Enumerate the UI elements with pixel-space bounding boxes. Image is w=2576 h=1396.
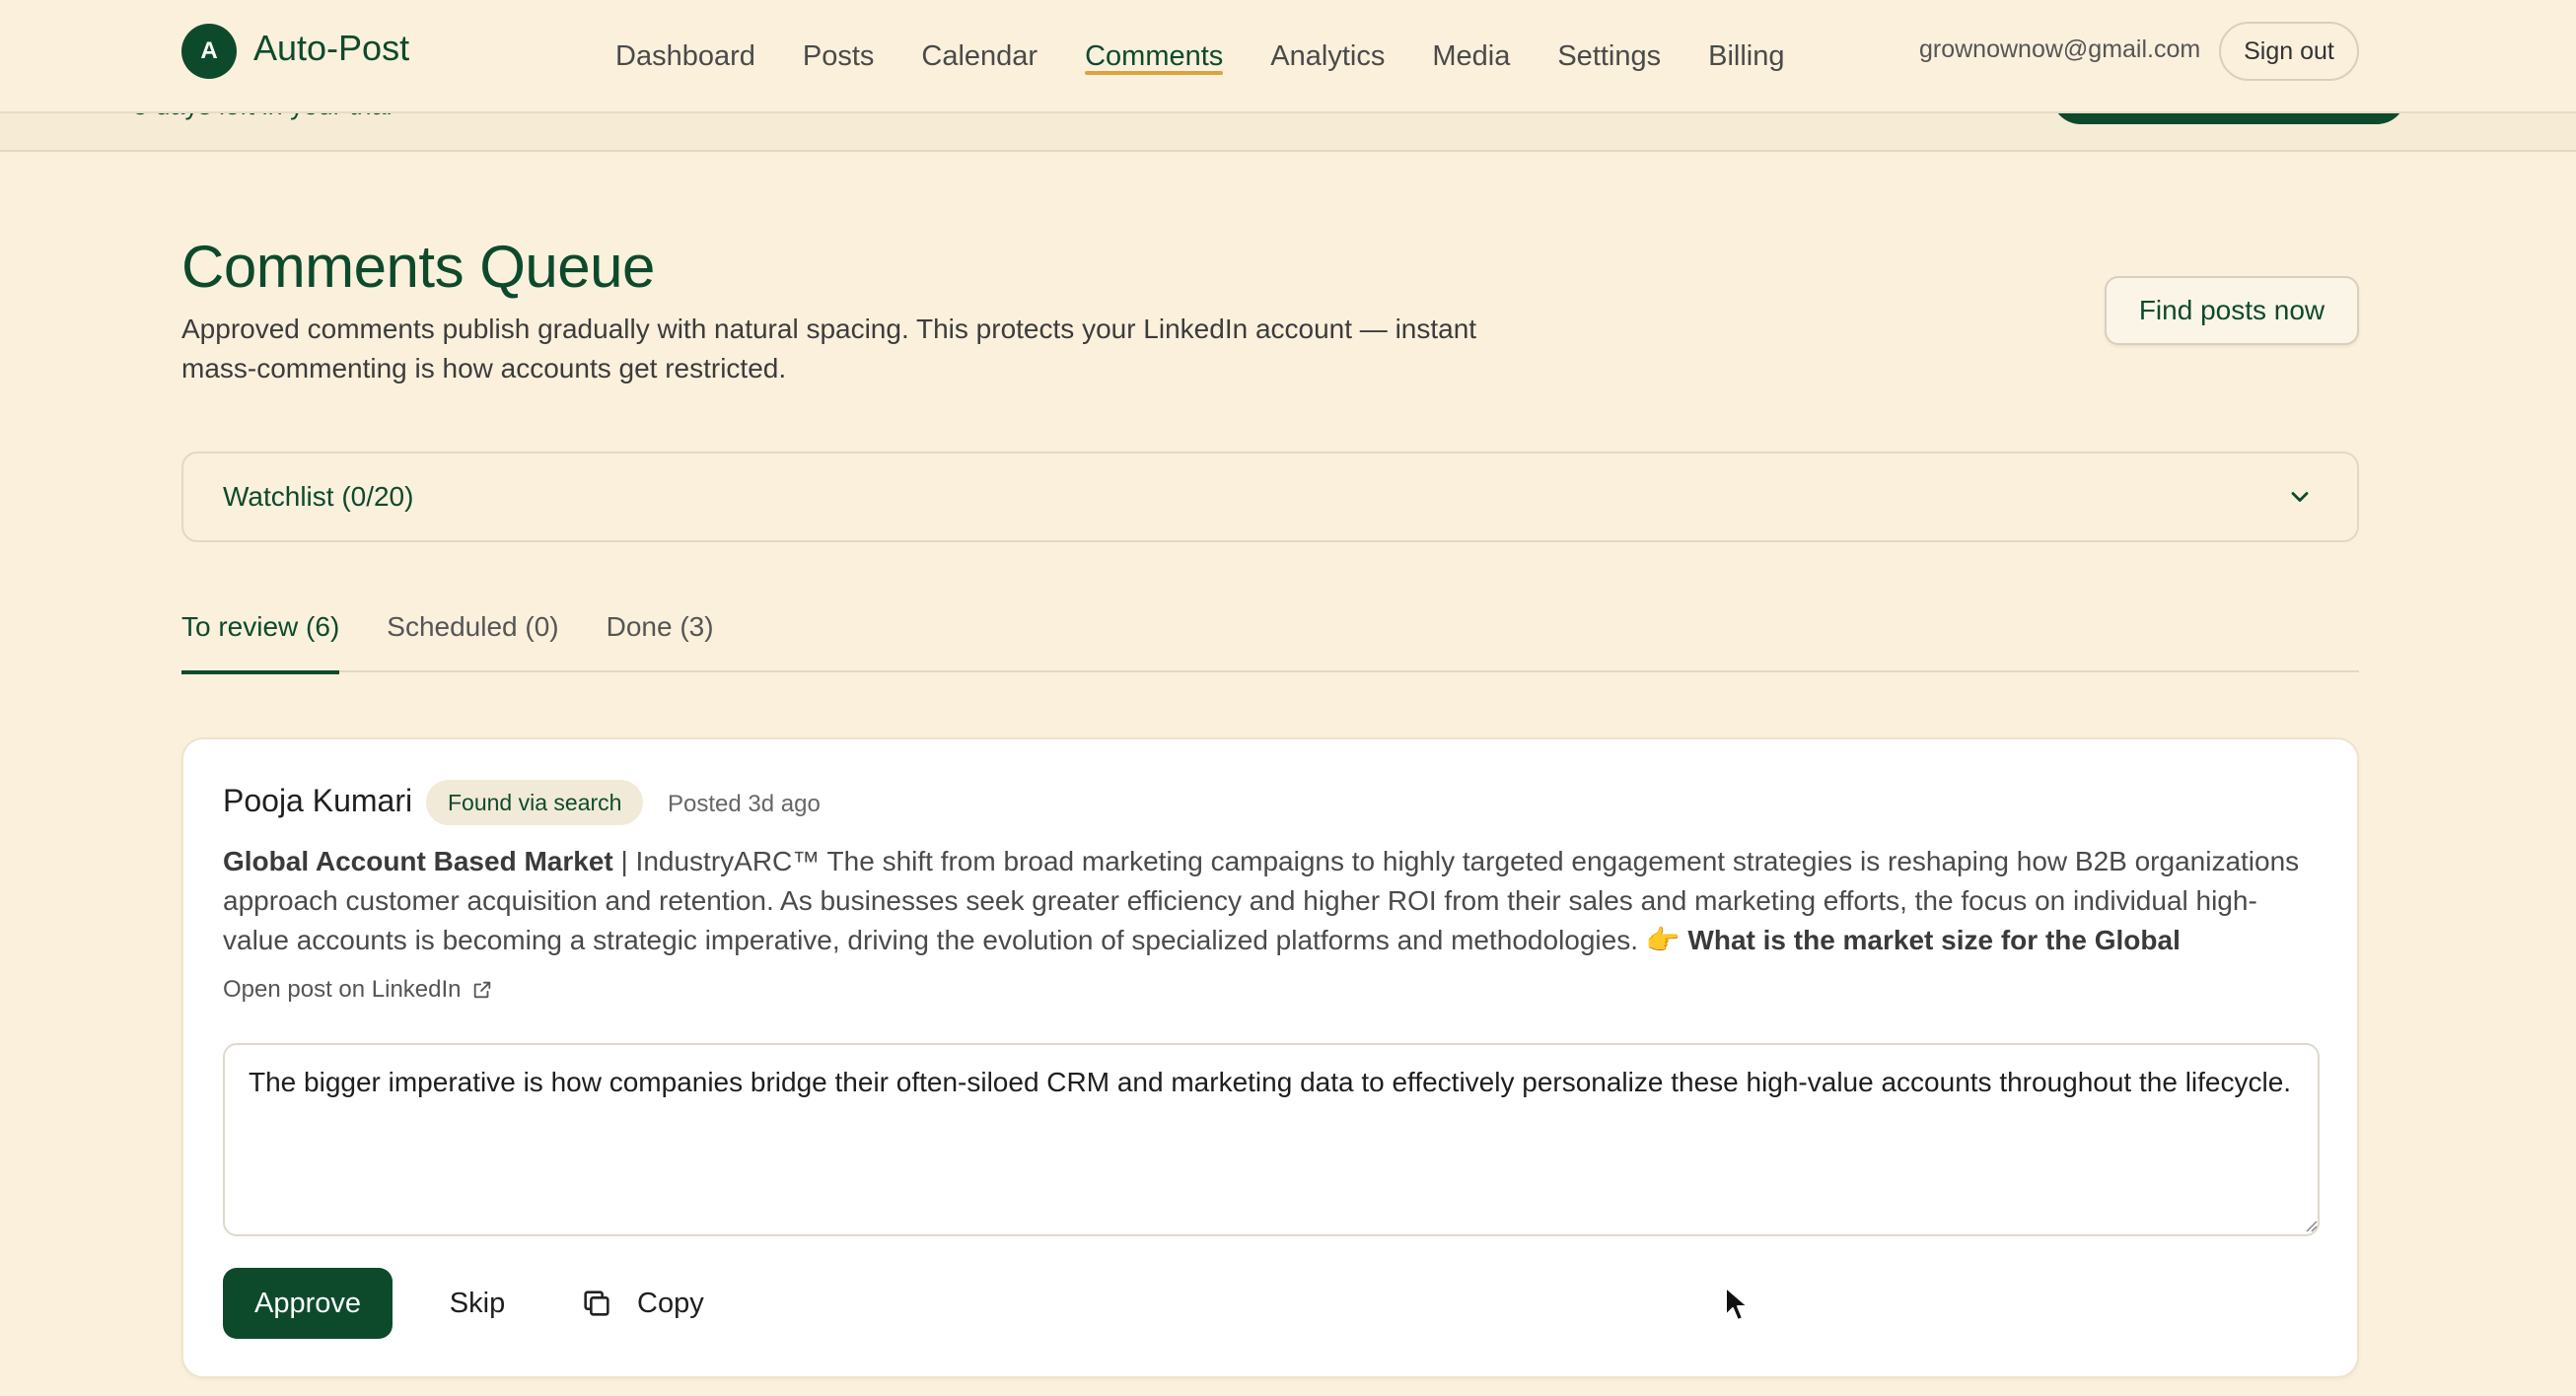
comments-queue-page: 5 days left in your trial Upgrade to pai… [0,0,2576,1396]
nav-calendar[interactable]: Calendar [897,0,1061,113]
post-excerpt: Global Account Based Market | IndustryAR… [223,842,2322,960]
mouse-cursor-icon [1725,1287,1749,1321]
copy-icon [584,1291,609,1316]
nav-settings[interactable]: Settings [1534,0,1684,113]
sign-out-button[interactable]: Sign out [2219,22,2359,81]
open-post-label: Open post on LinkedIn [223,976,462,1003]
resize-handle-icon[interactable] [2302,1217,2318,1232]
nav-comments[interactable]: Comments [1061,0,1247,113]
comment-card: Pooja Kumari Found via search Posted 3d … [181,737,2359,1378]
post-bold-lead: Global Account Based Market [223,846,613,876]
watchlist-label: Watchlist (0/20) [223,481,414,512]
user-email: grownownow@gmail.com [1919,35,2201,63]
logo-mark[interactable]: A [181,24,237,79]
external-link-icon [473,981,490,999]
open-post-link[interactable]: Open post on LinkedIn [223,976,493,1004]
nav-analytics[interactable]: Analytics [1247,0,1408,113]
tab-to-review[interactable]: To review (6) [181,592,340,674]
chevron-down-icon[interactable] [2286,483,2314,511]
page-description: Approved comments publish gradually with… [181,314,1477,384]
watchlist-accordion[interactable]: Watchlist (0/20) [181,452,2359,542]
app-name[interactable]: Auto-Post [253,28,409,69]
nav-dashboard[interactable]: Dashboard [592,0,779,113]
copy-label: Copy [637,1287,704,1319]
comment-textarea[interactable]: The bigger imperative is how companies b… [223,1043,2320,1236]
nav-billing[interactable]: Billing [1684,0,1808,113]
main-nav: Dashboard Posts Calendar Comments Analyt… [592,0,1809,113]
source-badge: Found via search [426,780,644,825]
post-author: Pooja Kumari [223,783,413,818]
nav-media[interactable]: Media [1408,0,1534,113]
skip-button[interactable]: Skip [422,1268,533,1339]
top-header: A Auto-Post Dashboard Posts Calendar Com… [0,0,2576,113]
tab-done[interactable]: Done (3) [607,592,714,672]
posted-time: Posted 3d ago [668,791,821,817]
page-title: Comments Queue [181,234,655,300]
approve-button[interactable]: Approve [223,1268,393,1339]
copy-button[interactable]: Copy [562,1268,722,1339]
tab-scheduled[interactable]: Scheduled (0) [387,592,558,672]
find-posts-button[interactable]: Find posts now [2105,276,2359,345]
queue-tabs: To review (6) Scheduled (0) Done (3) [181,592,2359,674]
nav-posts[interactable]: Posts [779,0,898,113]
